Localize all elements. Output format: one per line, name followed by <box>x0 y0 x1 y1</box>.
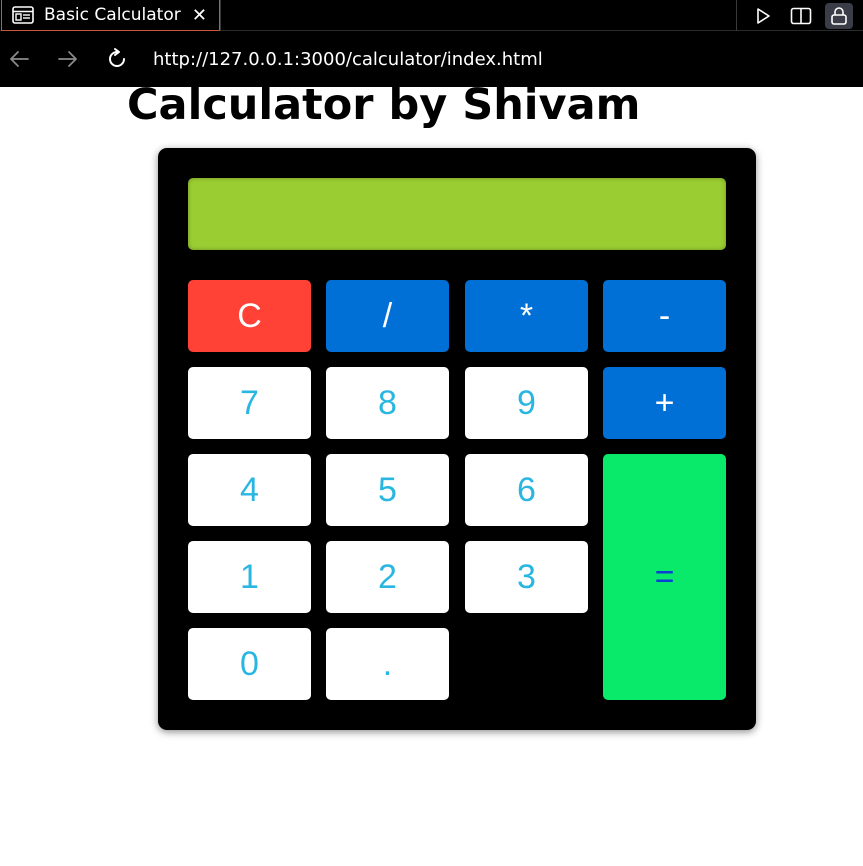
close-icon[interactable]: ✕ <box>192 5 207 26</box>
digit-5-button[interactable]: 5 <box>326 454 449 526</box>
reload-icon[interactable] <box>105 47 129 71</box>
digit-1-button[interactable]: 1 <box>188 541 311 613</box>
digit-3-button[interactable]: 3 <box>465 541 588 613</box>
address-bar: http://127.0.0.1:3000/calculator/index.h… <box>0 31 863 87</box>
page-title: Calculator by Shivam <box>127 80 641 130</box>
play-icon[interactable] <box>749 3 777 29</box>
toolbar-divider <box>736 0 737 31</box>
tab-divider <box>220 0 221 31</box>
digit-0-button[interactable]: 0 <box>188 628 311 700</box>
calculator-display <box>188 178 726 250</box>
equals-button[interactable]: = <box>603 454 726 700</box>
digit-8-button[interactable]: 8 <box>326 367 449 439</box>
split-view-icon[interactable] <box>787 3 815 29</box>
calculator: C / * - 7 8 9 + 4 5 6 = 1 2 3 0 . <box>158 148 756 730</box>
decimal-button[interactable]: . <box>326 628 449 700</box>
tab-basic-calculator[interactable]: Basic Calculator ✕ <box>1 0 220 31</box>
toolbar-right <box>736 0 863 31</box>
add-button[interactable]: + <box>603 367 726 439</box>
divide-button[interactable]: / <box>326 280 449 352</box>
digit-4-button[interactable]: 4 <box>188 454 311 526</box>
digit-6-button[interactable]: 6 <box>465 454 588 526</box>
multiply-button[interactable]: * <box>465 280 588 352</box>
tab-bar: Basic Calculator ✕ <box>0 0 863 31</box>
tab-title: Basic Calculator <box>44 5 181 25</box>
clear-button[interactable]: C <box>188 280 311 352</box>
arrow-right-icon[interactable] <box>56 47 80 71</box>
arrow-left-icon[interactable] <box>7 47 31 71</box>
digit-9-button[interactable]: 9 <box>465 367 588 439</box>
subtract-button[interactable]: - <box>603 280 726 352</box>
url-field[interactable]: http://127.0.0.1:3000/calculator/index.h… <box>153 49 543 70</box>
page-icon <box>12 6 34 24</box>
lock-icon[interactable] <box>825 2 853 29</box>
digit-7-button[interactable]: 7 <box>188 367 311 439</box>
digit-2-button[interactable]: 2 <box>326 541 449 613</box>
